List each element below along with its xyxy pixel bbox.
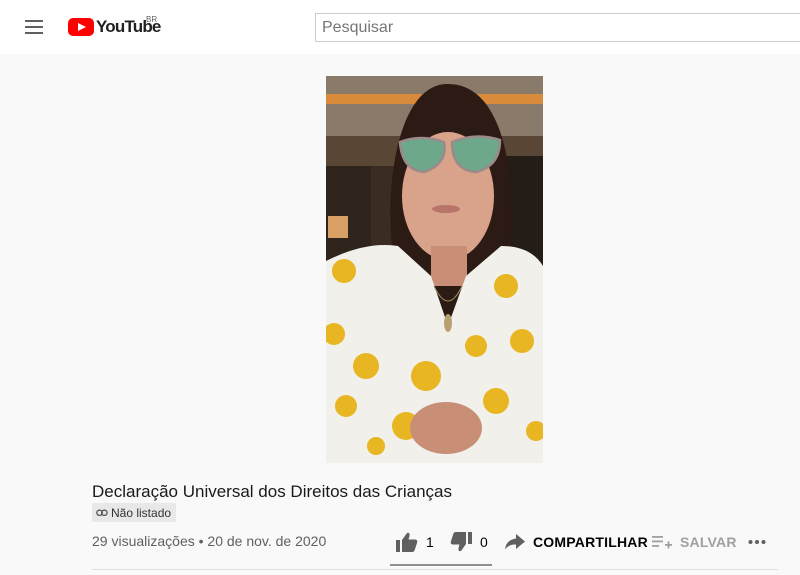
visibility-label: Não listado	[111, 505, 172, 520]
like-button[interactable]: 1	[396, 528, 434, 556]
video-title: Declaração Universal dos Direitos das Cr…	[92, 482, 452, 501]
view-count-and-date: 29 visualizações • 20 de nov. de 2020	[92, 533, 327, 549]
unlisted-badge: Não listado	[92, 503, 177, 522]
video-frame-image	[326, 76, 543, 463]
menu-icon[interactable]	[18, 14, 50, 40]
sentiment-bar	[390, 564, 492, 566]
dislike-count: 0	[480, 534, 488, 550]
save-button[interactable]: SALVAR	[652, 528, 737, 556]
divider	[92, 569, 778, 570]
country-code: BR	[146, 15, 158, 24]
more-options-button[interactable]	[748, 528, 766, 556]
share-label: COMPARTILHAR	[533, 534, 648, 550]
dislike-button[interactable]: 0	[450, 528, 488, 556]
search-box[interactable]	[315, 13, 800, 42]
video-player[interactable]	[326, 76, 543, 463]
share-button[interactable]: COMPARTILHAR	[505, 528, 648, 556]
thumbs-down-icon	[450, 532, 472, 552]
like-count: 1	[426, 534, 434, 550]
youtube-logo[interactable]: YouTube BR	[66, 15, 166, 40]
play-logo-icon	[68, 18, 94, 36]
thumbs-up-icon	[396, 532, 418, 552]
top-bar: YouTube BR	[0, 0, 800, 54]
share-arrow-icon	[505, 534, 525, 550]
search-input[interactable]	[316, 14, 800, 41]
more-horizontal-icon	[748, 540, 766, 544]
save-label: SALVAR	[680, 534, 737, 550]
link-icon	[96, 509, 108, 516]
playlist-add-icon	[652, 536, 672, 549]
